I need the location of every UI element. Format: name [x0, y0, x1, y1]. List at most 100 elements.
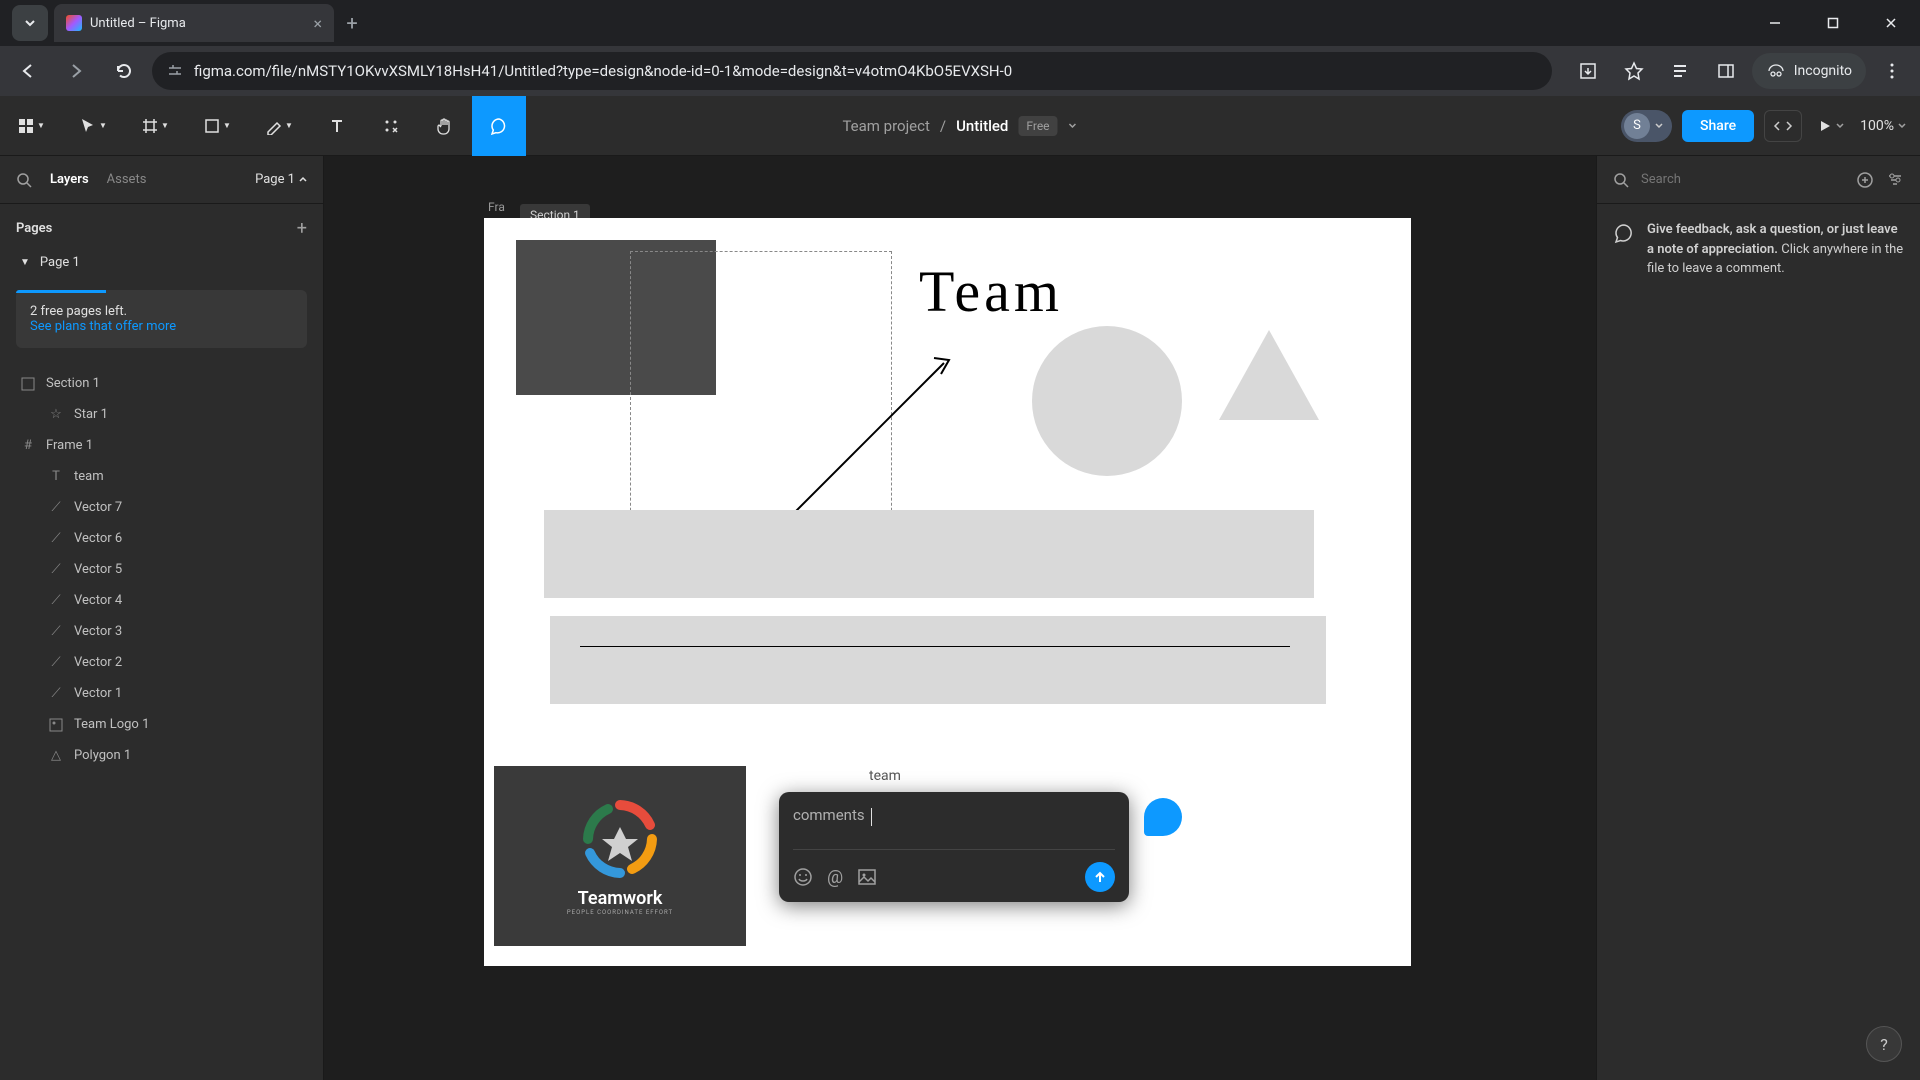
window-minimize-button[interactable]: [1746, 0, 1804, 46]
page-row[interactable]: ▼ Page 1: [0, 247, 323, 278]
section-icon: [20, 377, 36, 391]
layer-row[interactable]: ⟋Vector 6: [0, 523, 323, 554]
pen-tool-button[interactable]: ▼: [248, 96, 310, 156]
layer-row[interactable]: Team Logo 1: [0, 709, 323, 740]
breadcrumb[interactable]: Team project / Untitled Free: [842, 116, 1077, 136]
layer-row[interactable]: ⟋Vector 5: [0, 554, 323, 585]
file-name[interactable]: Untitled: [956, 117, 1008, 135]
tab-title: Untitled – Figma: [90, 16, 305, 31]
reading-list-icon[interactable]: [1660, 51, 1700, 91]
incognito-icon: [1766, 63, 1786, 79]
layer-row[interactable]: #Frame 1: [0, 430, 323, 461]
send-comment-button[interactable]: [1085, 862, 1115, 892]
plan-badge: Free: [1018, 116, 1057, 136]
comment-pin[interactable]: [1144, 798, 1182, 836]
upgrade-promo-card[interactable]: 2 free pages left. See plans that offer …: [16, 290, 307, 348]
comment-icon: [1613, 222, 1635, 279]
dev-mode-button[interactable]: [1764, 110, 1802, 142]
layer-row[interactable]: ☆Star 1: [0, 399, 323, 430]
share-button[interactable]: Share: [1682, 110, 1754, 142]
layer-row[interactable]: Tteam: [0, 461, 323, 492]
vector-icon: ⟋: [48, 500, 64, 515]
search-icon[interactable]: [1613, 172, 1629, 188]
frame-tool-button[interactable]: ▼: [124, 96, 186, 156]
layer-row[interactable]: ⟋Vector 7: [0, 492, 323, 523]
vector-icon: ⟋: [48, 531, 64, 546]
comment-search-input[interactable]: [1641, 172, 1844, 187]
zoom-level[interactable]: 100%: [1860, 118, 1906, 134]
hand-tool-button[interactable]: [418, 96, 472, 156]
star-icon: ☆: [48, 407, 64, 422]
main-menu-button[interactable]: ▼: [0, 96, 62, 156]
window-maximize-button[interactable]: [1804, 0, 1862, 46]
forward-button[interactable]: [56, 51, 96, 91]
comment-tool-button[interactable]: [472, 96, 526, 156]
layer-row[interactable]: △Polygon 1: [0, 740, 323, 771]
emoji-icon[interactable]: [793, 867, 813, 887]
layers-tab[interactable]: Layers: [50, 172, 89, 187]
reload-button[interactable]: [104, 51, 144, 91]
hand-drawn-text[interactable]: Team: [919, 258, 1063, 325]
browser-toolbar: figma.com/file/nMSTY1OKvvXSMLY18HsH41/Un…: [0, 46, 1920, 96]
grey-bar-2[interactable]: [550, 616, 1326, 704]
ellipse-shape[interactable]: [1032, 326, 1182, 476]
mention-icon[interactable]: @: [827, 867, 843, 888]
help-button[interactable]: ?: [1866, 1026, 1902, 1062]
frame-icon: #: [20, 438, 36, 453]
incognito-indicator[interactable]: Incognito: [1752, 53, 1866, 89]
browser-tab-strip: Untitled – Figma × +: [0, 0, 1920, 46]
canvas[interactable]: Fra Section 1 Team team: [324, 156, 1596, 1080]
layer-row[interactable]: ⟋Vector 2: [0, 647, 323, 678]
layer-row[interactable]: Section 1: [0, 368, 323, 399]
small-text-label[interactable]: team: [869, 768, 901, 784]
see-plans-link[interactable]: See plans that offer more: [30, 319, 176, 334]
attach-image-icon[interactable]: [857, 867, 877, 887]
sort-icon[interactable]: [1856, 171, 1874, 189]
side-panel-icon[interactable]: [1706, 51, 1746, 91]
assets-tab[interactable]: Assets: [107, 172, 147, 187]
frame-1[interactable]: Team team Teamwork: [484, 218, 1411, 966]
comment-input[interactable]: comments: [793, 806, 1115, 850]
layer-row[interactable]: ⟋Vector 4: [0, 585, 323, 616]
browser-menu-icon[interactable]: [1872, 51, 1912, 91]
page-selector[interactable]: Page 1: [255, 172, 307, 187]
user-avatar-chip[interactable]: S: [1621, 110, 1672, 142]
avatar: S: [1624, 113, 1650, 139]
tab-close-icon[interactable]: ×: [313, 14, 322, 33]
address-bar[interactable]: figma.com/file/nMSTY1OKvvXSMLY18HsH41/Un…: [152, 52, 1552, 90]
search-icon[interactable]: [16, 172, 32, 188]
new-tab-button[interactable]: +: [334, 11, 370, 35]
grey-bar-1[interactable]: [544, 510, 1314, 598]
window-close-button[interactable]: [1862, 0, 1920, 46]
layer-row[interactable]: ⟋Vector 1: [0, 678, 323, 709]
frame-label: Fra: [488, 200, 505, 214]
pages-title: Pages: [16, 221, 52, 236]
left-panel: Layers Assets Page 1 Pages + ▼ Page 1 2 …: [0, 156, 324, 1080]
install-app-icon[interactable]: [1568, 51, 1608, 91]
layer-row[interactable]: ⟋Vector 3: [0, 616, 323, 647]
back-button[interactable]: [8, 51, 48, 91]
layers-list: Section 1 ☆Star 1 #Frame 1 Tteam ⟋Vector…: [0, 360, 323, 779]
project-name[interactable]: Team project: [842, 117, 929, 135]
add-page-button[interactable]: +: [297, 218, 307, 239]
triangle-shape[interactable]: [1219, 330, 1319, 420]
site-settings-icon[interactable]: [166, 62, 184, 80]
figma-toolbar: ▼ ▼ ▼ ▼ ▼ Team project: [0, 96, 1920, 156]
tab-search-dropdown[interactable]: [12, 5, 48, 41]
text-cursor: [871, 808, 872, 826]
shape-tool-button[interactable]: ▼: [186, 96, 248, 156]
incognito-label: Incognito: [1794, 63, 1852, 79]
comment-hint: Give feedback, ask a question, or just l…: [1597, 204, 1920, 295]
chevron-down-icon[interactable]: [1068, 121, 1078, 131]
move-tool-button[interactable]: ▼: [62, 96, 124, 156]
browser-tab[interactable]: Untitled – Figma ×: [54, 4, 334, 42]
bookmark-icon[interactable]: [1614, 51, 1654, 91]
text-tool-button[interactable]: [310, 96, 364, 156]
team-logo-image[interactable]: Teamwork PEOPLE COORDINATE EFFORT: [494, 766, 746, 946]
text-icon: T: [48, 469, 64, 484]
resources-button[interactable]: [364, 96, 418, 156]
filter-icon[interactable]: [1886, 171, 1904, 189]
present-button[interactable]: [1812, 119, 1850, 133]
right-panel: Give feedback, ask a question, or just l…: [1596, 156, 1920, 1080]
comment-popup[interactable]: comments @: [779, 792, 1129, 902]
